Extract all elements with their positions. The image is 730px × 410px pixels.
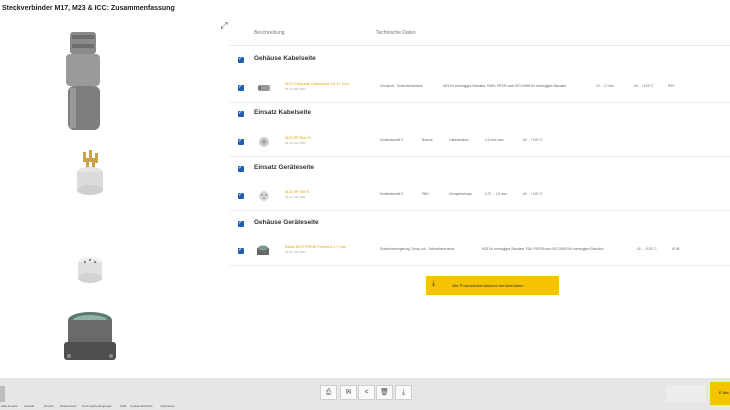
footer-link[interactable]: Nutzungsbedingungen [82, 404, 112, 408]
product-checkbox[interactable] [238, 83, 244, 91]
product-number: 66.21.100.0001 [285, 250, 306, 254]
pin-insert-image [77, 150, 103, 195]
section-title: Einsatz Kabelseite [254, 109, 312, 116]
download-icon: ⤓ [432, 280, 436, 287]
envelope-icon[interactable]: ✉ [340, 385, 357, 400]
spec-2: PBN [422, 192, 429, 196]
divider [230, 102, 730, 103]
product-thumbnail [258, 85, 270, 91]
window-title: Steckverbinder M17, M23 & ICC: Zusammenf… [2, 5, 175, 12]
product-number: 66.22.200.0000 [285, 87, 306, 91]
back-button[interactable] [666, 385, 706, 402]
product-checkbox[interactable] [238, 191, 244, 199]
summary-panel: Beschreibung Technische Daten Gehäuse Ka… [230, 20, 730, 378]
spec-3: -40 ... +125 °C [636, 247, 657, 251]
tab-technische-daten[interactable]: Technische Daten [376, 30, 416, 36]
tab-bar: Beschreibung Technische Daten [230, 20, 730, 46]
spec-1: Kontaktanzahl 9 [380, 138, 403, 142]
product-row: M23 9P Buc S 66.23.200.0002 Kontaktanzah… [230, 130, 730, 154]
spec-5: -40 ... +125 °C [522, 192, 543, 196]
download-all-button[interactable]: ⤓ Alle Produktinformationen herunterlade… [426, 276, 559, 295]
product-name-link[interactable]: M23 Crimpnik Kabeldose 13-17 mm [285, 81, 349, 86]
spec-2: Buchse [422, 138, 433, 142]
product-row: M23 9P Stif S 66.23.100.0002 Kontaktanza… [230, 184, 730, 208]
product-name-link[interactable]: M23 9P Buc S [285, 135, 311, 140]
spec-5: IP67 [668, 84, 675, 88]
spec-4: -40 ... +125 °C [633, 84, 654, 88]
device-housing-image [64, 312, 116, 360]
collapse-handle[interactable] [0, 386, 5, 402]
product-thumbnail [259, 191, 269, 201]
product-image-panel [0, 20, 228, 378]
footer-link[interactable]: Datenschutz [60, 404, 77, 408]
product-checkbox[interactable] [238, 246, 244, 254]
footer-link[interactable]: Kontakt [24, 404, 34, 408]
spec-4: IP 68 [672, 247, 680, 251]
footer-link[interactable]: Cookie-Richtlinie [130, 404, 153, 408]
divider [230, 156, 730, 157]
spec-3: Löttanschluss [449, 138, 469, 142]
spec-2: M23 für vorrangiges Standard, PA66 / PBT… [443, 84, 567, 88]
footer-link[interactable]: Drucke [44, 404, 54, 408]
product-number: 66.23.100.0002 [285, 195, 306, 199]
divider [230, 210, 730, 211]
product-name-link[interactable]: Basis M23 PRMS Fixmont 2,7 mm [285, 244, 346, 249]
spec-4: 0,72 ... 1,6 mm² [485, 192, 508, 196]
spec-3: 13 ... 17 mm [596, 84, 614, 88]
footer-link[interactable]: Hilfe Ansehe [1, 404, 18, 408]
cable-gland-housing-image [66, 32, 100, 130]
print-icon[interactable]: ⎙ [320, 385, 337, 400]
socket-insert-image [78, 257, 102, 283]
spec-1: Kontaktanzahl 9 [380, 192, 403, 196]
section-title: Einsatz Geräteseite [254, 164, 314, 171]
product-row: M23 Crimpnik Kabeldose 13-17 mm 66.22.20… [230, 76, 730, 100]
spec-5: -40 ... +125 °C [522, 138, 543, 142]
product-checkbox[interactable] [238, 137, 244, 145]
section-checkbox[interactable] [238, 109, 244, 117]
footer-link[interactable]: Impressum [160, 404, 175, 408]
title-bar: Steckverbinder M17, M23 & ICC: Zusammenf… [0, 0, 730, 20]
section-checkbox[interactable] [238, 219, 244, 227]
footer-link[interactable]: AGB [120, 404, 126, 408]
section-title: Gehäuse Geräteseite [254, 219, 319, 226]
trash-icon[interactable]: 🗑 [376, 385, 393, 400]
product-thumbnail [259, 137, 269, 147]
product-name-link[interactable]: M23 9P Stif S [285, 189, 309, 194]
section-checkbox[interactable] [238, 164, 244, 172]
email-button[interactable]: E-Ma [710, 382, 730, 405]
expand-icon[interactable]: ⤢ [219, 20, 229, 30]
divider [230, 265, 730, 266]
footer-links: Hilfe Ansehe Kontakt Drucke Datenschutz … [0, 404, 730, 410]
product-number: 66.23.200.0002 [285, 141, 306, 145]
section-title: Gehäuse Kabelseite [254, 55, 316, 62]
spec-1: Crimplock - Schnellverschluss [380, 84, 423, 88]
spec-3: Crimpanschluss [449, 192, 472, 196]
spec-1: Schraubverriegelung, Crimp-Lok - Schnell… [380, 247, 455, 251]
product-thumbnail [257, 245, 269, 255]
tab-beschreibung[interactable]: Beschreibung [254, 30, 285, 36]
share-icon[interactable]: < [358, 385, 375, 400]
section-checkbox[interactable] [238, 55, 244, 63]
spec-4: 1,5 mm² max. [485, 138, 505, 142]
product-row: Basis M23 PRMS Fixmont 2,7 mm 66.21.100.… [230, 239, 730, 263]
download-icon[interactable]: ⤓ [395, 385, 412, 400]
spec-2: M23 für vorrangiges Standard, PA6 / PBT/… [482, 247, 604, 251]
